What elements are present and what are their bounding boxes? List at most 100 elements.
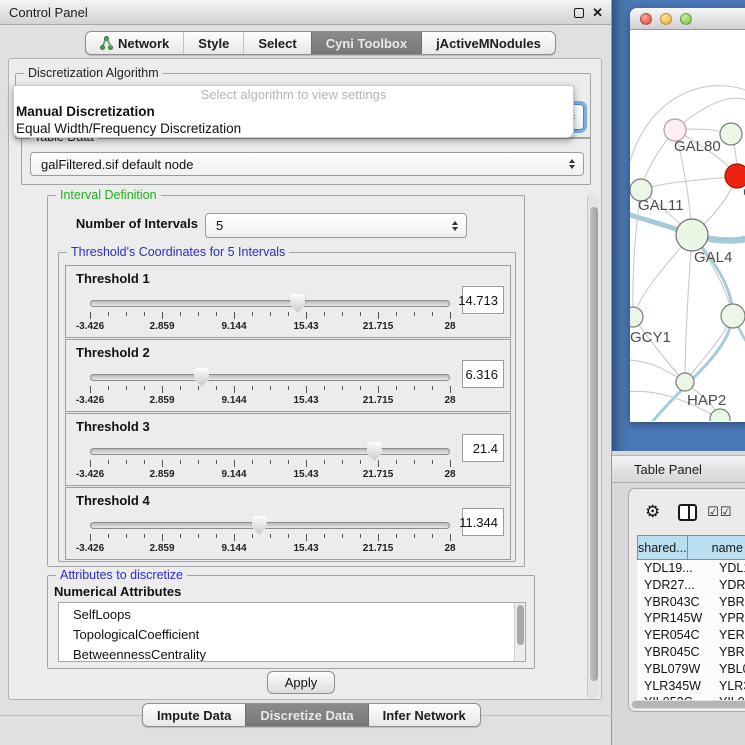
group-title-attributes: Attributes to discretize bbox=[56, 568, 187, 582]
table-row[interactable]: YLR345WYLR34 bbox=[637, 678, 745, 695]
minimize-traffic-light-icon[interactable] bbox=[660, 13, 672, 25]
list-scrollbar[interactable] bbox=[514, 603, 525, 661]
network-graph: GAL80 GAL11 GAL4 GCY1 HAP2 GA C H bbox=[630, 30, 745, 421]
dropdown-option-manual[interactable]: Manual Discretization bbox=[14, 103, 573, 120]
table-row[interactable]: YDR27...YDR27 bbox=[637, 577, 745, 594]
close-traffic-light-icon[interactable] bbox=[640, 13, 652, 25]
threshold-2-label: Threshold 2 bbox=[76, 345, 150, 360]
table-panel-titlebar: Table Panel bbox=[612, 455, 745, 483]
tab-impute-data[interactable]: Impute Data bbox=[143, 704, 245, 726]
right-column: GAL80 GAL11 GAL4 GCY1 HAP2 GA C H Table … bbox=[612, 0, 745, 745]
slider-thumb[interactable] bbox=[367, 442, 382, 461]
table-horizontal-scrollbar[interactable] bbox=[631, 700, 745, 709]
threshold-2-slider[interactable]: -3.4262.8599.14415.4321.71528 bbox=[90, 366, 450, 410]
number-of-intervals-combobox[interactable]: 5 bbox=[205, 213, 467, 238]
node-bottom-partial[interactable] bbox=[710, 409, 730, 421]
table-rows[interactable]: YDL19...YDL19 YDR27...YDR27 YBR043CYBR04… bbox=[637, 560, 745, 700]
bottom-tab-bar: Impute Data Discretize Data Infer Networ… bbox=[0, 703, 612, 735]
node-red-selected[interactable] bbox=[725, 164, 745, 188]
numerical-attributes-list[interactable]: SelfLoops TopologicalCoefficient Between… bbox=[58, 602, 526, 662]
threshold-1-card: Threshold 1 -3.4262.8599.14415.4321.7152… bbox=[65, 265, 511, 338]
table-header-row: shared... name bbox=[637, 535, 745, 560]
interval-definition-group: Interval Definition Number of Intervals … bbox=[47, 195, 525, 567]
threshold-4-card: Threshold 4 -3.4262.8599.14415.4321.7152… bbox=[65, 487, 511, 560]
table-panel-container: ⚙ ☑☑ shared... name YDL19...YDL19 YDR27.… bbox=[628, 488, 745, 712]
list-item[interactable]: BetweennessCentrality bbox=[73, 645, 525, 662]
tab-discretize-data[interactable]: Discretize Data bbox=[245, 704, 367, 726]
tab-jactivemnodules[interactable]: jActiveMNodules bbox=[421, 32, 555, 54]
list-item[interactable]: SelfLoops bbox=[73, 605, 525, 625]
split-columns-icon[interactable] bbox=[678, 504, 697, 521]
network-canvas[interactable]: GAL80 GAL11 GAL4 GCY1 HAP2 GA C H bbox=[630, 30, 745, 421]
tab-network[interactable]: Network bbox=[86, 32, 183, 54]
tab-cyni-toolbox[interactable]: Cyni Toolbox bbox=[311, 32, 421, 54]
slider-thumb[interactable] bbox=[290, 294, 305, 313]
table-toolbar: ⚙ ☑☑ bbox=[629, 497, 745, 527]
group-title-thresholds: Threshold's Coordinates for 5 Intervals bbox=[67, 245, 289, 259]
tab-infer-network[interactable]: Infer Network bbox=[368, 704, 480, 726]
table-row[interactable]: YBR045CYBR04 bbox=[637, 644, 745, 661]
screen: Control Panel ✕ Network Style Select Cyn… bbox=[0, 0, 745, 745]
node-gal4[interactable] bbox=[676, 219, 708, 251]
node-partial-top-right[interactable] bbox=[720, 123, 742, 145]
float-window-icon[interactable] bbox=[574, 8, 584, 18]
attributes-group: Attributes to discretize Numerical Attri… bbox=[47, 575, 535, 669]
threshold-2-value-field[interactable]: 6.316 bbox=[462, 360, 504, 388]
control-panel-titlebar: Control Panel ✕ bbox=[0, 0, 611, 25]
node-label-hap2: HAP2 bbox=[687, 392, 726, 409]
control-panel-window: Control Panel ✕ Network Style Select Cyn… bbox=[0, 0, 612, 745]
dropdown-option-equal-width[interactable]: Equal Width/Frequency Discretization bbox=[14, 120, 573, 137]
node-label-gal11: GAL11 bbox=[638, 197, 684, 214]
threshold-3-card: Threshold 3 -3.4262.8599.14415.4321.7152… bbox=[65, 413, 511, 486]
numerical-attributes-label: Numerical Attributes bbox=[54, 584, 181, 599]
network-window: GAL80 GAL11 GAL4 GCY1 HAP2 GA C H bbox=[630, 8, 745, 422]
node-label-gal4: GAL4 bbox=[694, 249, 732, 266]
threshold-4-label: Threshold 4 bbox=[76, 493, 150, 508]
threshold-4-value-field[interactable]: 11.344 bbox=[462, 508, 504, 536]
slider-thumb[interactable] bbox=[194, 368, 209, 387]
threshold-1-slider[interactable]: -3.4262.8599.14415.4321.71528 bbox=[90, 292, 450, 336]
slider-thumb[interactable] bbox=[252, 516, 267, 535]
network-view-frame: GAL80 GAL11 GAL4 GCY1 HAP2 GA C H bbox=[612, 0, 745, 451]
node-label-gal80: GAL80 bbox=[674, 138, 721, 155]
node-right-mid[interactable] bbox=[721, 304, 745, 328]
table-panel-title: Table Panel bbox=[612, 462, 702, 477]
top-tab-bar: Network Style Select Cyni Toolbox jActiv… bbox=[85, 31, 556, 55]
gear-icon[interactable]: ⚙ bbox=[645, 503, 660, 521]
threshold-1-label: Threshold 1 bbox=[76, 271, 150, 286]
threshold-3-label: Threshold 3 bbox=[76, 419, 150, 434]
column-header-shared-name[interactable]: shared... bbox=[637, 535, 688, 560]
combo-spinner-icon bbox=[452, 221, 458, 231]
node-table: shared... name YDL19...YDL19 YDR27...YDR… bbox=[637, 535, 745, 700]
table-data-combobox[interactable]: galFiltered.sif default node bbox=[30, 152, 584, 176]
table-row[interactable]: YPR145WYPR14 bbox=[637, 610, 745, 627]
table-row[interactable]: YBR043CYBR04 bbox=[637, 594, 745, 611]
close-panel-icon[interactable]: ✕ bbox=[592, 8, 603, 18]
combo-spinner-icon bbox=[569, 159, 575, 169]
table-row[interactable]: YDL19...YDL19 bbox=[637, 560, 745, 577]
table-row[interactable]: YBL079WYBL07 bbox=[637, 661, 745, 678]
node-gcy1[interactable] bbox=[630, 307, 643, 327]
group-title-discretization-algorithm: Discretization Algorithm bbox=[24, 66, 163, 80]
group-title-interval-definition: Interval Definition bbox=[56, 188, 161, 202]
dropdown-hint-item: Select algorithm to view settings bbox=[14, 86, 573, 103]
content-scrollbar[interactable] bbox=[587, 193, 599, 699]
threshold-4-slider[interactable]: -3.4262.8599.14415.4321.71528 bbox=[90, 514, 450, 558]
cyni-toolbox-content: Discretization Algorithm Select algorith… bbox=[8, 58, 602, 700]
threshold-3-slider[interactable]: -3.4262.8599.14415.4321.71528 bbox=[90, 440, 450, 484]
algorithm-dropdown-popup: Select algorithm to view settings Manual… bbox=[13, 85, 574, 138]
threshold-3-value-field[interactable]: 21.4 bbox=[462, 434, 504, 462]
zoom-traffic-light-icon[interactable] bbox=[680, 13, 692, 25]
tab-select[interactable]: Select bbox=[243, 32, 310, 54]
thresholds-group: Threshold's Coordinates for 5 Intervals … bbox=[58, 252, 516, 562]
table-row[interactable]: YER054CYER05 bbox=[637, 627, 745, 644]
column-header-name[interactable]: name bbox=[688, 535, 745, 560]
select-columns-icon[interactable]: ☑☑ bbox=[707, 504, 732, 520]
list-item[interactable]: TopologicalCoefficient bbox=[73, 625, 525, 645]
apply-button[interactable]: Apply bbox=[267, 671, 335, 694]
threshold-1-value-field[interactable]: 14.713 bbox=[462, 286, 504, 314]
node-hap2[interactable] bbox=[676, 373, 694, 391]
network-window-titlebar[interactable] bbox=[630, 8, 745, 30]
node-label-gcy1: GCY1 bbox=[630, 329, 671, 346]
tab-style[interactable]: Style bbox=[183, 32, 243, 54]
